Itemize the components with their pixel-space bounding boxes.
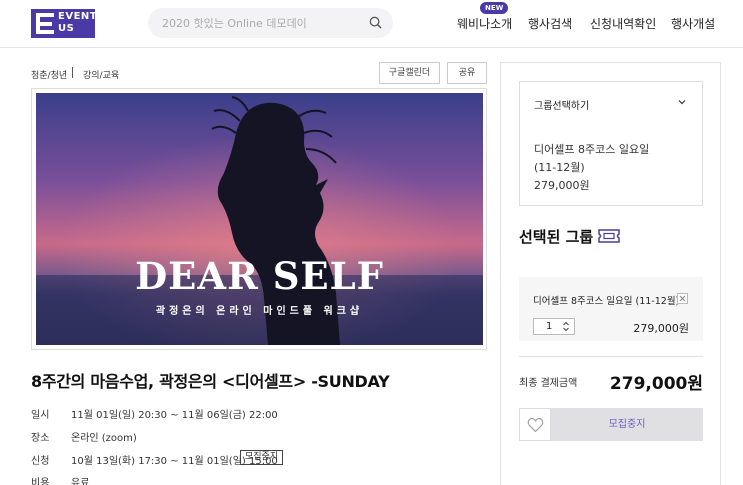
poster-headline: DEAR SELF [135,254,384,298]
logo-line1: EVENT [58,11,98,22]
group-select-dropdown[interactable]: 그룹선택하기 [519,81,703,125]
breadcrumb-category[interactable]: 청춘/청년 [31,68,67,81]
breadcrumb-divider [72,67,73,78]
search-bar [148,8,393,38]
info-label-cost: 비용 [31,478,50,485]
remove-selection-button[interactable] [677,293,688,304]
info-value-cost: 유료 [71,478,90,485]
info-label-date: 일시 [31,410,50,421]
nav-event-search[interactable]: 행사검색 [528,15,572,32]
nav-webinar-intro[interactable]: 웨비나소개 [457,15,512,32]
group-option-name: 디어셀프 8주코스 일요일 [534,143,650,156]
panel-divider [519,356,703,357]
poster-subline: 곽정은의 온라인 마인드풀 워크샵 [155,306,364,317]
quantity-value: 1 [546,321,553,332]
selected-group-title: 선택된 그룹 [519,228,594,246]
new-badge: NEW [480,2,509,14]
nav-application-history[interactable]: 신청내역확인 [590,15,656,32]
info-value-date: 11월 01일(일) 20:30 ~ 11월 06일(금) 22:00 [71,410,278,421]
share-button[interactable]: 공유 [447,62,487,84]
logo-line2: US [58,23,75,34]
event-title: 8주간의 마음수업, 곽정은의 <디어셀프> -SUNDAY [31,372,390,391]
group-option-period: (11-12월) [534,161,585,174]
search-input[interactable] [148,8,368,38]
info-label-application: 신청 [31,456,50,467]
eventus-logo[interactable]: EVENT US [31,9,98,38]
total-label: 최종 결제금액 [519,378,578,389]
info-value-place: 온라인 (zoom) [71,433,137,444]
breadcrumb-subcategory[interactable]: 강의/교육 [83,68,119,81]
info-label-place: 장소 [31,433,50,444]
group-select-label: 그룹선택하기 [534,101,590,112]
event-poster-image: DEAR SELF 곽정은의 온라인 마인드풀 워크샵 [36,93,483,345]
close-icon [679,295,686,302]
like-button[interactable] [519,408,551,441]
logo-e-mark [36,13,54,34]
quantity-stepper[interactable]: 1 [533,318,575,335]
total-price: 279,000원 [609,374,703,394]
group-option-price: 279,000원 [534,179,590,192]
selected-group-price: 279,000원 [633,322,689,335]
selected-group-name: 디어셀프 8주코스 일요일 (11-12월) [533,296,680,307]
google-calendar-button[interactable]: 구글캘린더 [379,62,440,84]
status-tag: 모집중지 [240,450,284,465]
heart-icon [527,417,544,433]
group-option[interactable]: 디어셀프 8주코스 일요일 (11-12월) 279,000원 [519,124,703,206]
top-header: EVENT US NEW 웨비나소개 행사검색 신청내역확인 행사개설 [0,0,743,48]
recruitment-closed-button[interactable]: 모집중지 [551,408,703,441]
nav-create-event[interactable]: 행사개설 [671,15,715,32]
search-icon[interactable] [369,16,382,29]
stepper-arrows-icon[interactable] [563,321,569,332]
logo-text: EVENT US [58,11,98,35]
ticket-icon [598,229,620,243]
chevron-down-icon [678,100,686,105]
